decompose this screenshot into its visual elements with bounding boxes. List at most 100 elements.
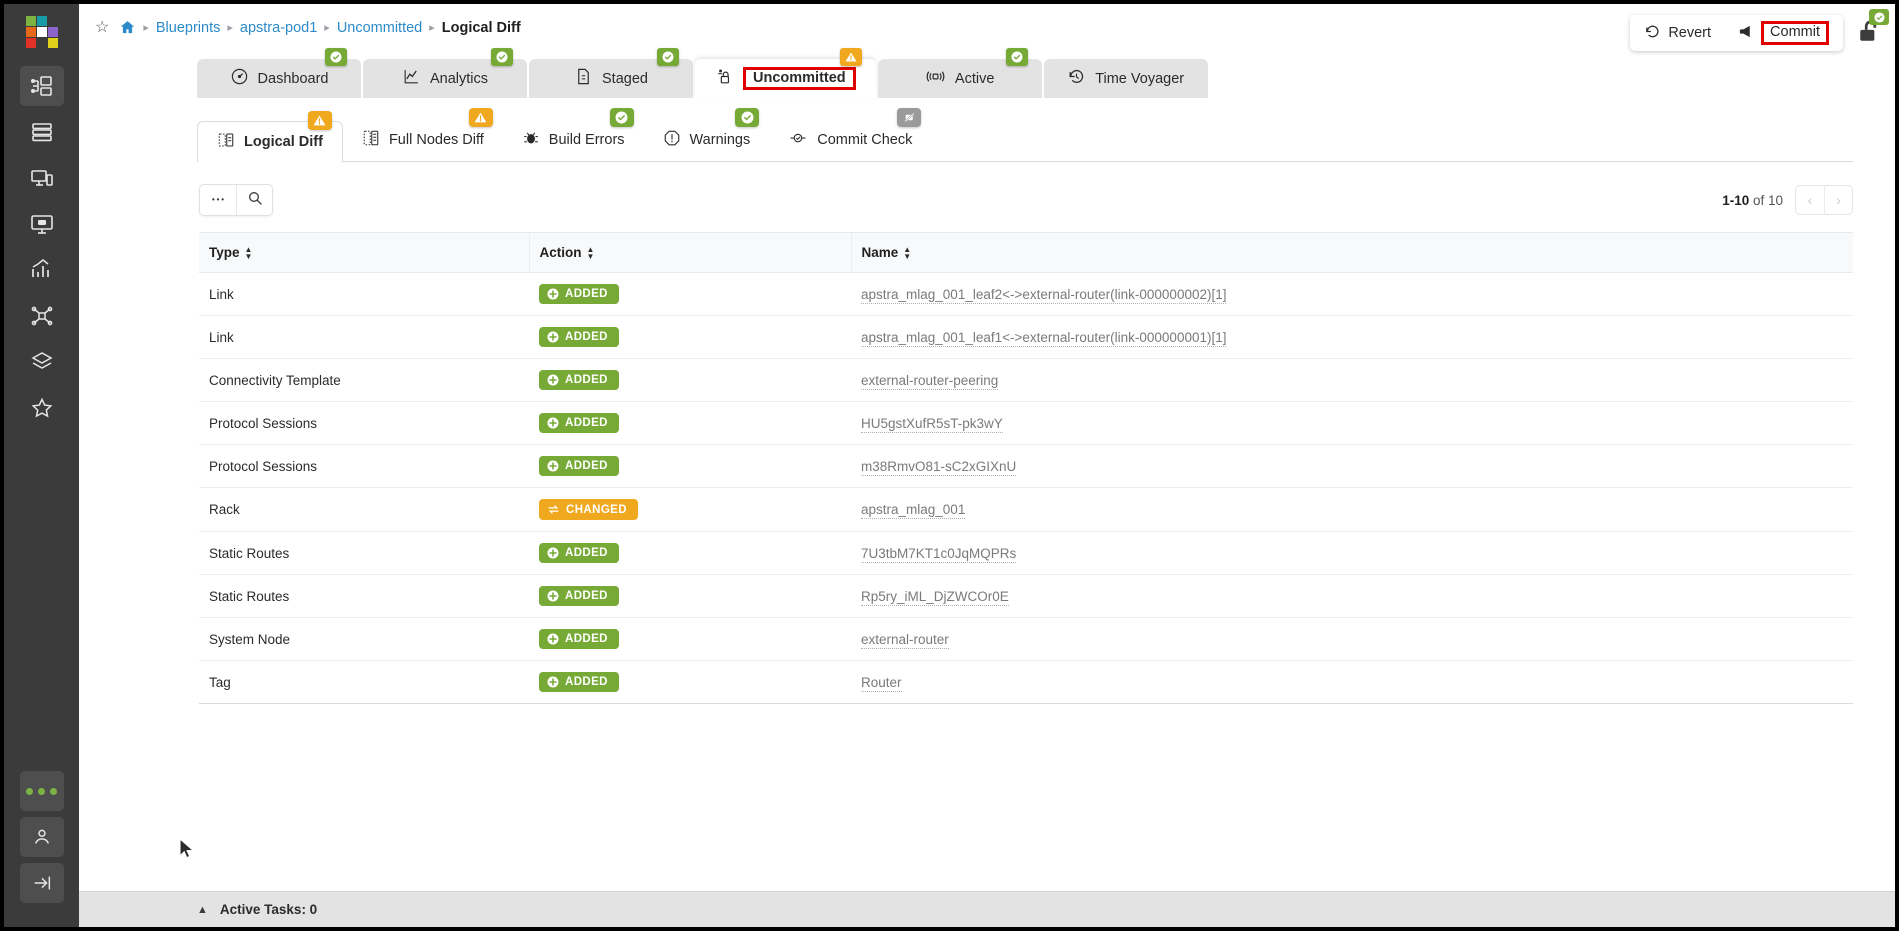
more-options-button[interactable] — [200, 185, 236, 215]
table-row: Link ADDED apstra_mlag_001_leaf2<->exter… — [199, 273, 1853, 316]
cell-name: Router — [851, 661, 1853, 704]
column-header-type[interactable]: Type▲▼ — [199, 233, 529, 273]
sidebar-item-platform[interactable] — [20, 342, 64, 382]
tab-badge-warning — [840, 48, 862, 66]
subtab-full-nodes-diff[interactable]: Full Nodes Diff — [343, 119, 503, 161]
main-content: ☆ ▸ Blueprints ▸ apstra-pod1 ▸ Uncommitt… — [79, 4, 1895, 927]
breadcrumb-item-blueprints[interactable]: Blueprints — [156, 20, 220, 36]
cell-name: apstra_mlag_001 — [851, 488, 1853, 532]
tab-label: Dashboard — [258, 71, 329, 87]
chevron-right-icon: › — [1836, 192, 1841, 208]
name-link[interactable]: apstra_mlag_001_leaf2<->external-router(… — [861, 287, 1226, 304]
name-link[interactable]: external-router — [861, 632, 949, 649]
caret-up-icon[interactable]: ▲ — [197, 904, 208, 916]
cell-type: Static Routes — [199, 532, 529, 575]
column-header-action[interactable]: Action▲▼ — [529, 233, 851, 273]
pagination-range: 1-10 of 10 — [1722, 193, 1783, 208]
breadcrumb-item-apstra-pod1[interactable]: apstra-pod1 — [240, 20, 317, 36]
sidebar-item-devices[interactable] — [20, 112, 64, 152]
action-badge-added: ADDED — [539, 327, 619, 347]
commit-button[interactable]: Commit — [1737, 21, 1829, 46]
three-dots-icon — [26, 788, 57, 795]
name-link[interactable]: apstra_mlag_001_leaf1<->external-router(… — [861, 330, 1226, 347]
search-button[interactable] — [236, 185, 272, 215]
revert-button[interactable]: Revert — [1644, 23, 1711, 44]
mouse-cursor — [179, 838, 195, 866]
subtab-label: Commit Check — [817, 132, 912, 148]
subtab-label: Build Errors — [549, 132, 625, 148]
tab-dashboard[interactable]: Dashboard — [197, 59, 361, 98]
name-link[interactable]: m38RmvO81-sC2xGIXnU — [861, 459, 1016, 476]
tab-badge-ok — [657, 48, 679, 66]
breadcrumb-sep: ▸ — [429, 21, 435, 34]
action-badge-label: ADDED — [565, 331, 608, 343]
action-badge-added: ADDED — [539, 284, 619, 304]
action-badge-label: ADDED — [565, 417, 608, 429]
tab-active[interactable]: Active — [878, 59, 1042, 98]
tab-badge-ok — [491, 48, 513, 66]
favorite-star-icon[interactable]: ☆ — [95, 20, 109, 36]
apstra-logo[interactable] — [26, 16, 58, 48]
sidebar-item-design[interactable] — [20, 204, 64, 244]
pagination: 1-10 of 10 ‹ › — [1722, 185, 1853, 215]
cell-type: Protocol Sessions — [199, 445, 529, 488]
commit-label: Commit — [1761, 21, 1829, 46]
name-link[interactable]: 7U3tbM7KT1c0JqMQPRs — [861, 546, 1016, 563]
cell-action: ADDED — [529, 445, 851, 488]
action-badge-label: CHANGED — [566, 504, 627, 516]
active-tasks-bar[interactable]: ▲ Active Tasks: 0 — [79, 891, 1895, 927]
subtab-badge-warning — [469, 108, 493, 127]
name-link[interactable]: apstra_mlag_001 — [861, 502, 965, 519]
tab-label: Uncommitted — [743, 67, 856, 91]
tab-analytics[interactable]: Analytics — [363, 59, 527, 98]
logical-diff-table: Type▲▼ Action▲▼ Name▲▼ Link ADDED — [199, 232, 1853, 704]
table-body: Link ADDED apstra_mlag_001_leaf2<->exter… — [199, 273, 1853, 704]
sidebar-item-topology[interactable] — [20, 296, 64, 336]
sidebar-item-favorites[interactable] — [20, 388, 64, 428]
sidebar-item-analytics[interactable] — [20, 250, 64, 290]
pagination-next-button[interactable]: › — [1824, 186, 1852, 214]
active-tasks-label: Active Tasks: 0 — [220, 902, 317, 917]
tab-staged[interactable]: Staged — [529, 59, 693, 98]
subtab-badge-ok — [610, 108, 634, 127]
design-monitor-icon — [30, 212, 54, 236]
pagination-range-rest: of 10 — [1749, 193, 1783, 208]
unlocked-padlock-icon — [1857, 31, 1883, 48]
left-sidebar — [4, 4, 79, 927]
subtab-warnings[interactable]: Warnings — [644, 119, 770, 161]
action-badge-added: ADDED — [539, 586, 619, 606]
sidebar-user-account[interactable] — [20, 817, 64, 857]
toolbar-button-group — [199, 184, 273, 216]
subtab-label: Logical Diff — [244, 134, 323, 150]
pagination-prev-button[interactable]: ‹ — [1796, 186, 1824, 214]
sidebar-item-blueprints[interactable] — [20, 66, 64, 106]
subtab-build-errors[interactable]: Build Errors — [503, 119, 644, 161]
name-link[interactable]: Router — [861, 675, 902, 692]
tab-time-voyager[interactable]: Time Voyager — [1044, 59, 1208, 98]
subtab-logical-diff[interactable]: Logical Diff — [197, 121, 343, 163]
lock-toggle[interactable] — [1857, 18, 1883, 49]
sort-icon: ▲▼ — [903, 246, 911, 260]
home-icon[interactable] — [119, 19, 136, 36]
name-link[interactable]: HU5gstXufR5sT-pk3wY — [861, 416, 1003, 433]
name-link[interactable]: Rp5ry_iML_DjZWCOr0E — [861, 589, 1009, 606]
pagination-buttons: ‹ › — [1795, 185, 1853, 215]
full-nodes-diff-icon — [362, 129, 380, 151]
action-badge-label: ADDED — [565, 460, 608, 472]
column-header-name[interactable]: Name▲▼ — [851, 233, 1853, 273]
tab-uncommitted[interactable]: Uncommitted — [695, 59, 876, 98]
undo-icon — [1644, 23, 1661, 44]
broadcast-icon — [925, 67, 946, 90]
lock-status-badge — [1869, 9, 1889, 25]
table-row: Static Routes ADDED Rp5ry_iML_DjZWCOr0E — [199, 575, 1853, 618]
breadcrumb-item-uncommitted[interactable]: Uncommitted — [337, 20, 422, 36]
tab-label: Staged — [602, 71, 648, 87]
subtab-commit-check[interactable]: Commit Check — [769, 119, 931, 161]
sidebar-item-resources[interactable] — [20, 158, 64, 198]
logical-diff-icon — [217, 131, 235, 153]
sidebar-collapse-toggle[interactable] — [20, 863, 64, 903]
sidebar-more-menu[interactable] — [20, 771, 64, 811]
devices-rack-icon — [30, 120, 54, 144]
name-link[interactable]: external-router-peering — [861, 373, 998, 390]
action-badge-label: ADDED — [565, 547, 608, 559]
